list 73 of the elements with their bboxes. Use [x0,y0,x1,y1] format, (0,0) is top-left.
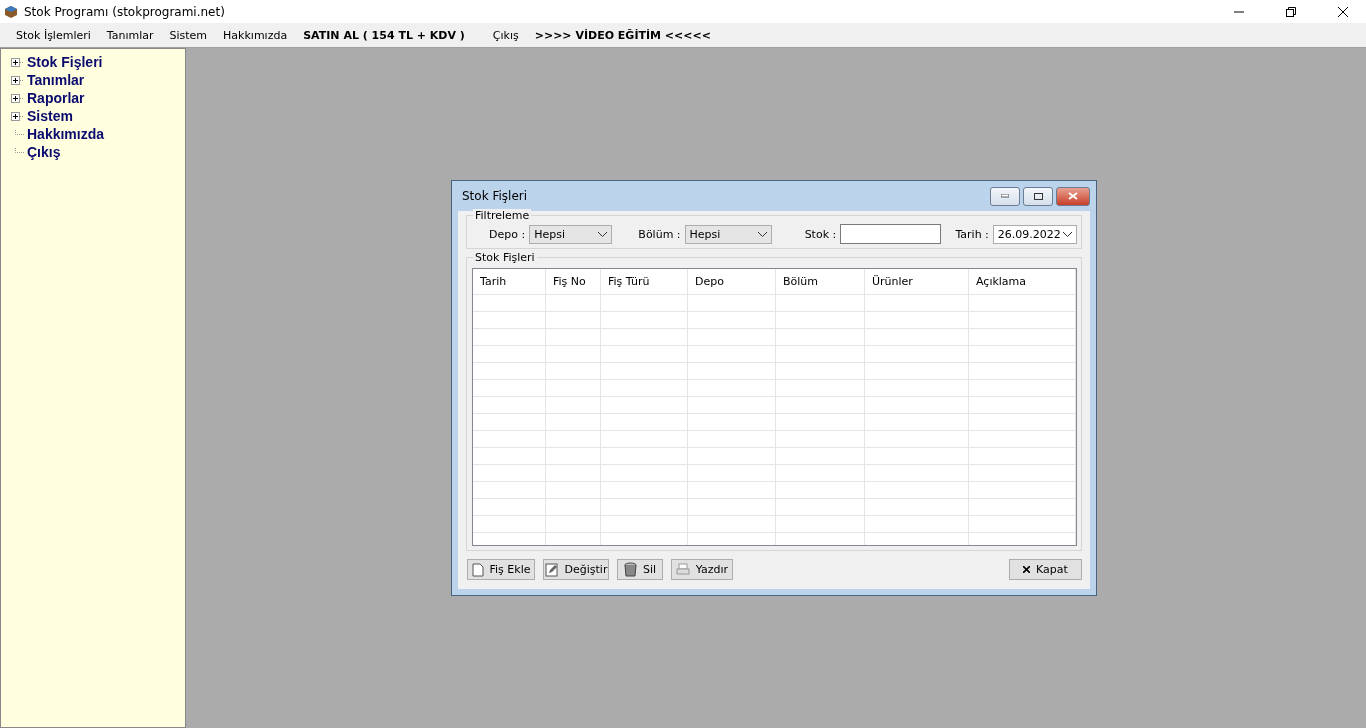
menu-item[interactable]: Tanımlar [98,28,162,42]
toolbar-button[interactable]: Sil [617,559,663,580]
menu-item[interactable]: Çıkış [484,28,527,42]
table-cell [546,532,601,545]
close-button[interactable] [1056,186,1090,206]
column-header[interactable]: Fiş Türü [601,269,688,294]
menu-item[interactable]: >>>> VİDEO EĞİTİM <<<<< [526,28,719,42]
table-cell [546,294,601,311]
column-header[interactable]: Tarih [473,269,546,294]
column-header[interactable]: Açıklama [969,269,1076,294]
table-cell [546,515,601,532]
bolum-dropdown[interactable]: Hepsi [684,224,772,244]
table-cell [546,464,601,481]
maximize-icon [1033,192,1043,200]
field-label: Bölüm : [638,227,681,241]
menu-item[interactable]: Hakkımızda [215,28,296,42]
app-icon [4,4,18,19]
table-cell [546,345,601,362]
column-header[interactable]: Bölüm [776,269,865,294]
group-legend: Stok Fişleri [473,251,537,264]
table-cell [546,481,601,498]
table-cell [546,396,601,413]
chevron-down-icon [1063,231,1072,237]
document-icon [471,562,484,577]
tree-item[interactable]: Raporlar [27,90,85,106]
table-cell [546,430,601,447]
expand-icon[interactable] [11,93,24,103]
expand-icon[interactable] [11,75,24,85]
minimize-button[interactable] [990,186,1020,206]
table-cell [546,379,601,396]
column-header[interactable]: Depo [688,269,776,294]
column-header[interactable]: Ürünler [865,269,969,294]
tree-item[interactable]: Hakkımızda [27,126,105,142]
menu-item[interactable]: Sistem [161,28,216,42]
group-legend: Filtreleme [473,209,532,222]
menu-item[interactable]: Stok İşlemleri [8,28,99,42]
table-cell [546,498,601,515]
tree-item[interactable]: Çıkış [27,144,61,160]
stok-field[interactable] [840,224,942,244]
expand-icon[interactable] [11,57,24,67]
field-label: Tarih : [955,227,989,241]
printer-icon [675,563,690,576]
date-picker[interactable]: 26.09.2022 [992,224,1077,244]
close-icon [1068,192,1078,200]
minimize-icon [1001,194,1009,198]
tree-item[interactable]: Sistem [27,108,73,124]
dialog-title: Stok Fişleri [461,189,529,203]
tree-item[interactable]: Stok Fişleri [27,54,103,70]
table-cell [546,328,601,345]
tree-item[interactable]: Tanımlar [27,72,85,88]
close-dialog-button[interactable]: Kapat [1009,559,1082,580]
chevron-down-icon [598,231,608,237]
close-icon [1023,566,1031,573]
depo-dropdown[interactable]: Hepsi [529,224,613,244]
table-cell [546,447,601,464]
field-label: Depo : [489,227,526,241]
table-cell [546,311,601,328]
toolbar-button[interactable]: Fiş Ekle [467,559,535,580]
expand-icon[interactable] [11,111,24,121]
close-icon [1338,6,1348,17]
restore-icon [1286,6,1296,17]
field-label: Stok : [804,227,837,241]
toolbar-button[interactable]: Yazdır [671,559,733,580]
window-title: Stok Programı (stokprogrami.net) [24,4,226,19]
menu-item[interactable]: SATIN AL ( 154 TL + KDV ) [295,28,473,42]
table-cell [546,362,601,379]
trash-icon [623,562,637,577]
maximize-button[interactable] [1023,186,1053,206]
chevron-down-icon [757,231,767,237]
toolbar-button[interactable]: Değiştir [543,559,609,580]
column-header[interactable]: Fiş No [546,269,601,294]
pencil-icon [544,562,559,577]
table-cell [546,413,601,430]
